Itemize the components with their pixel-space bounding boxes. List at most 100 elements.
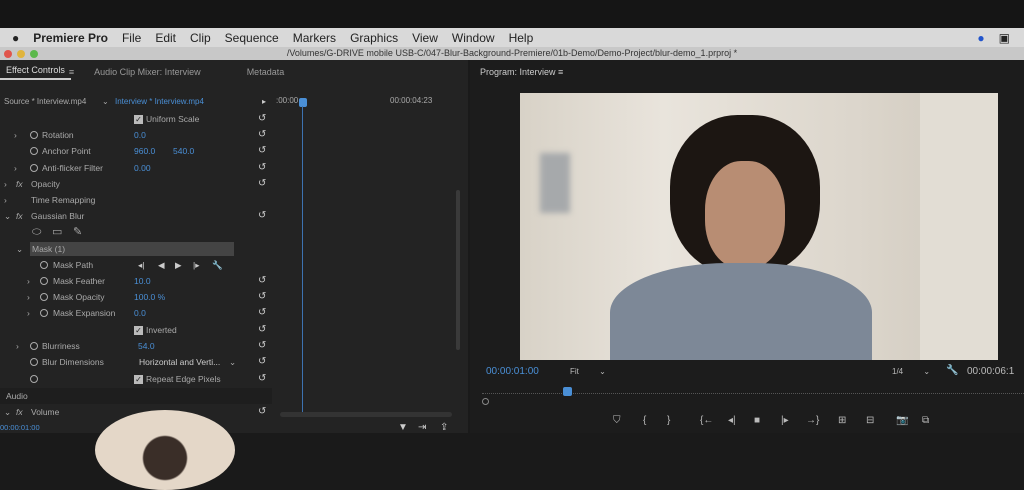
ellipse-mask-icon[interactable]: ⬭ [32,224,41,240]
reset-icon[interactable]: ↺ [258,322,266,338]
panel-menu-icon[interactable]: ≡ [69,67,74,77]
maximize-window-button[interactable] [30,50,38,58]
go-to-out-icon[interactable]: →} [806,415,819,426]
track-forward-one-icon[interactable]: |▸ [193,257,199,273]
tab-effect-controls[interactable]: Effect Controls [0,65,71,80]
menu-window[interactable]: Window [452,31,495,45]
mask-feather-value[interactable]: 10.0 [134,273,151,289]
comparison-view-icon[interactable]: ⧉ [922,415,929,426]
video-preview[interactable] [520,93,998,360]
reset-icon[interactable]: ↺ [258,127,266,143]
screen-record-icon[interactable]: ▣ [999,31,1010,45]
reset-icon[interactable]: ↺ [258,111,266,127]
tab-metadata[interactable]: Metadata [241,67,291,77]
stopwatch-icon[interactable] [30,375,38,383]
rectangle-mask-icon[interactable]: ▭ [52,224,62,240]
gaussian-blur-label[interactable]: Gaussian Blur [31,208,84,224]
stopwatch-icon[interactable] [40,277,48,285]
close-window-button[interactable] [4,50,12,58]
rotation-value[interactable]: 0.0 [134,127,146,143]
stopwatch-icon[interactable] [30,358,38,366]
opacity-label[interactable]: Opacity [31,176,60,192]
reset-icon[interactable]: ↺ [258,273,266,289]
sequence-clip[interactable]: Interview * Interview.mp4 [115,94,204,110]
time-remapping-label[interactable]: Time Remapping [31,192,95,208]
mark-in-icon[interactable]: { [643,415,646,426]
program-monitor-title[interactable]: Program: Interview [480,67,556,77]
stopwatch-icon[interactable] [40,261,48,269]
mark-out-icon[interactable]: } [667,415,670,426]
extract-icon[interactable]: ⊟ [866,415,874,426]
reset-icon[interactable]: ↺ [258,143,266,159]
reset-icon[interactable]: ↺ [258,371,266,387]
horizontal-scrollbar[interactable] [280,412,452,417]
ripple-icon[interactable]: ⇥ [418,422,426,433]
zoom-dropdown[interactable]: Fit [570,367,579,376]
stopwatch-icon[interactable] [30,342,38,350]
volume-label[interactable]: Volume [31,404,59,420]
reset-icon[interactable]: ↺ [258,338,266,354]
chevron-down-icon[interactable]: ⌄ [102,94,109,110]
blurriness-value[interactable]: 54.0 [138,338,155,354]
tab-audio-clip-mixer[interactable]: Audio Clip Mixer: Interview [88,67,207,77]
program-timecode[interactable]: 00:00:01:00 [486,366,539,377]
export-frame-icon[interactable]: 📷 [896,415,908,426]
export-icon[interactable]: ⇪ [440,422,448,433]
wrench-icon[interactable]: 🔧 [946,365,958,376]
wrench-icon[interactable]: 🔧 [212,257,223,273]
minimize-window-button[interactable] [17,50,25,58]
anchor-y-value[interactable]: 540.0 [173,143,194,159]
apple-icon[interactable]: ● [12,31,19,45]
mask-item[interactable]: Mask (1) [30,242,234,256]
uniform-scale-checkbox[interactable]: ✓ [134,115,143,125]
inverted-checkbox[interactable]: ✓ [134,326,143,336]
menu-graphics[interactable]: Graphics [350,31,398,45]
menu-view[interactable]: View [412,31,438,45]
panel-menu-icon[interactable]: ≡ [558,67,563,77]
menu-sequence[interactable]: Sequence [225,31,279,45]
reset-icon[interactable]: ↺ [258,176,266,192]
repeat-edge-pixels-checkbox[interactable]: ✓ [134,375,143,385]
vertical-scrollbar[interactable] [456,190,460,350]
menu-file[interactable]: File [122,31,141,45]
stopwatch-icon[interactable] [30,131,38,139]
stopwatch-icon[interactable] [30,164,38,172]
stopwatch-icon[interactable] [30,147,38,155]
reset-icon[interactable]: ↺ [258,160,266,176]
step-back-icon[interactable]: ◂| [728,415,736,426]
track-backward-one-icon[interactable]: ◂| [138,257,144,273]
menu-edit[interactable]: Edit [155,31,176,45]
mask-expansion-value[interactable]: 0.0 [134,305,146,321]
reset-icon[interactable]: ↺ [258,404,266,420]
track-backward-icon[interactable]: ◀ [158,257,165,273]
blur-dimensions-dropdown[interactable]: Horizontal and Verti... [139,354,220,370]
stopwatch-icon[interactable] [40,293,48,301]
antiflicker-value[interactable]: 0.00 [134,160,151,176]
playhead[interactable] [299,98,307,107]
track-forward-icon[interactable]: ▶ [175,257,182,273]
notification-icon[interactable]: ● [977,31,984,45]
filter-icon[interactable]: ▼ [398,422,408,433]
lift-icon[interactable]: ⊞ [838,415,846,426]
pen-mask-icon[interactable]: ✎ [73,224,82,240]
menu-app[interactable]: Premiere Pro [33,31,108,45]
play-icon[interactable]: ▸ [262,94,266,110]
source-clip[interactable]: Source * Interview.mp4 [4,94,86,110]
step-forward-icon[interactable]: |▸ [781,415,789,426]
program-playhead[interactable] [563,387,572,396]
add-marker-icon[interactable]: ⛉ [613,415,621,426]
menu-clip[interactable]: Clip [190,31,211,45]
mask-opacity-value[interactable]: 100.0 % [134,289,165,305]
menu-markers[interactable]: Markers [293,31,336,45]
reset-icon[interactable]: ↺ [258,208,266,224]
reset-icon[interactable]: ↺ [258,354,266,370]
anchor-x-value[interactable]: 960.0 [134,143,155,159]
reset-icon[interactable]: ↺ [258,289,266,305]
reset-icon[interactable]: ↺ [258,305,266,321]
stop-icon[interactable]: ■ [754,415,760,426]
resolution-dropdown[interactable]: 1/4 [892,367,903,376]
stopwatch-icon[interactable] [40,309,48,317]
go-to-in-icon[interactable]: {← [700,415,713,426]
zoom-handle[interactable] [482,398,489,405]
menu-help[interactable]: Help [509,31,534,45]
